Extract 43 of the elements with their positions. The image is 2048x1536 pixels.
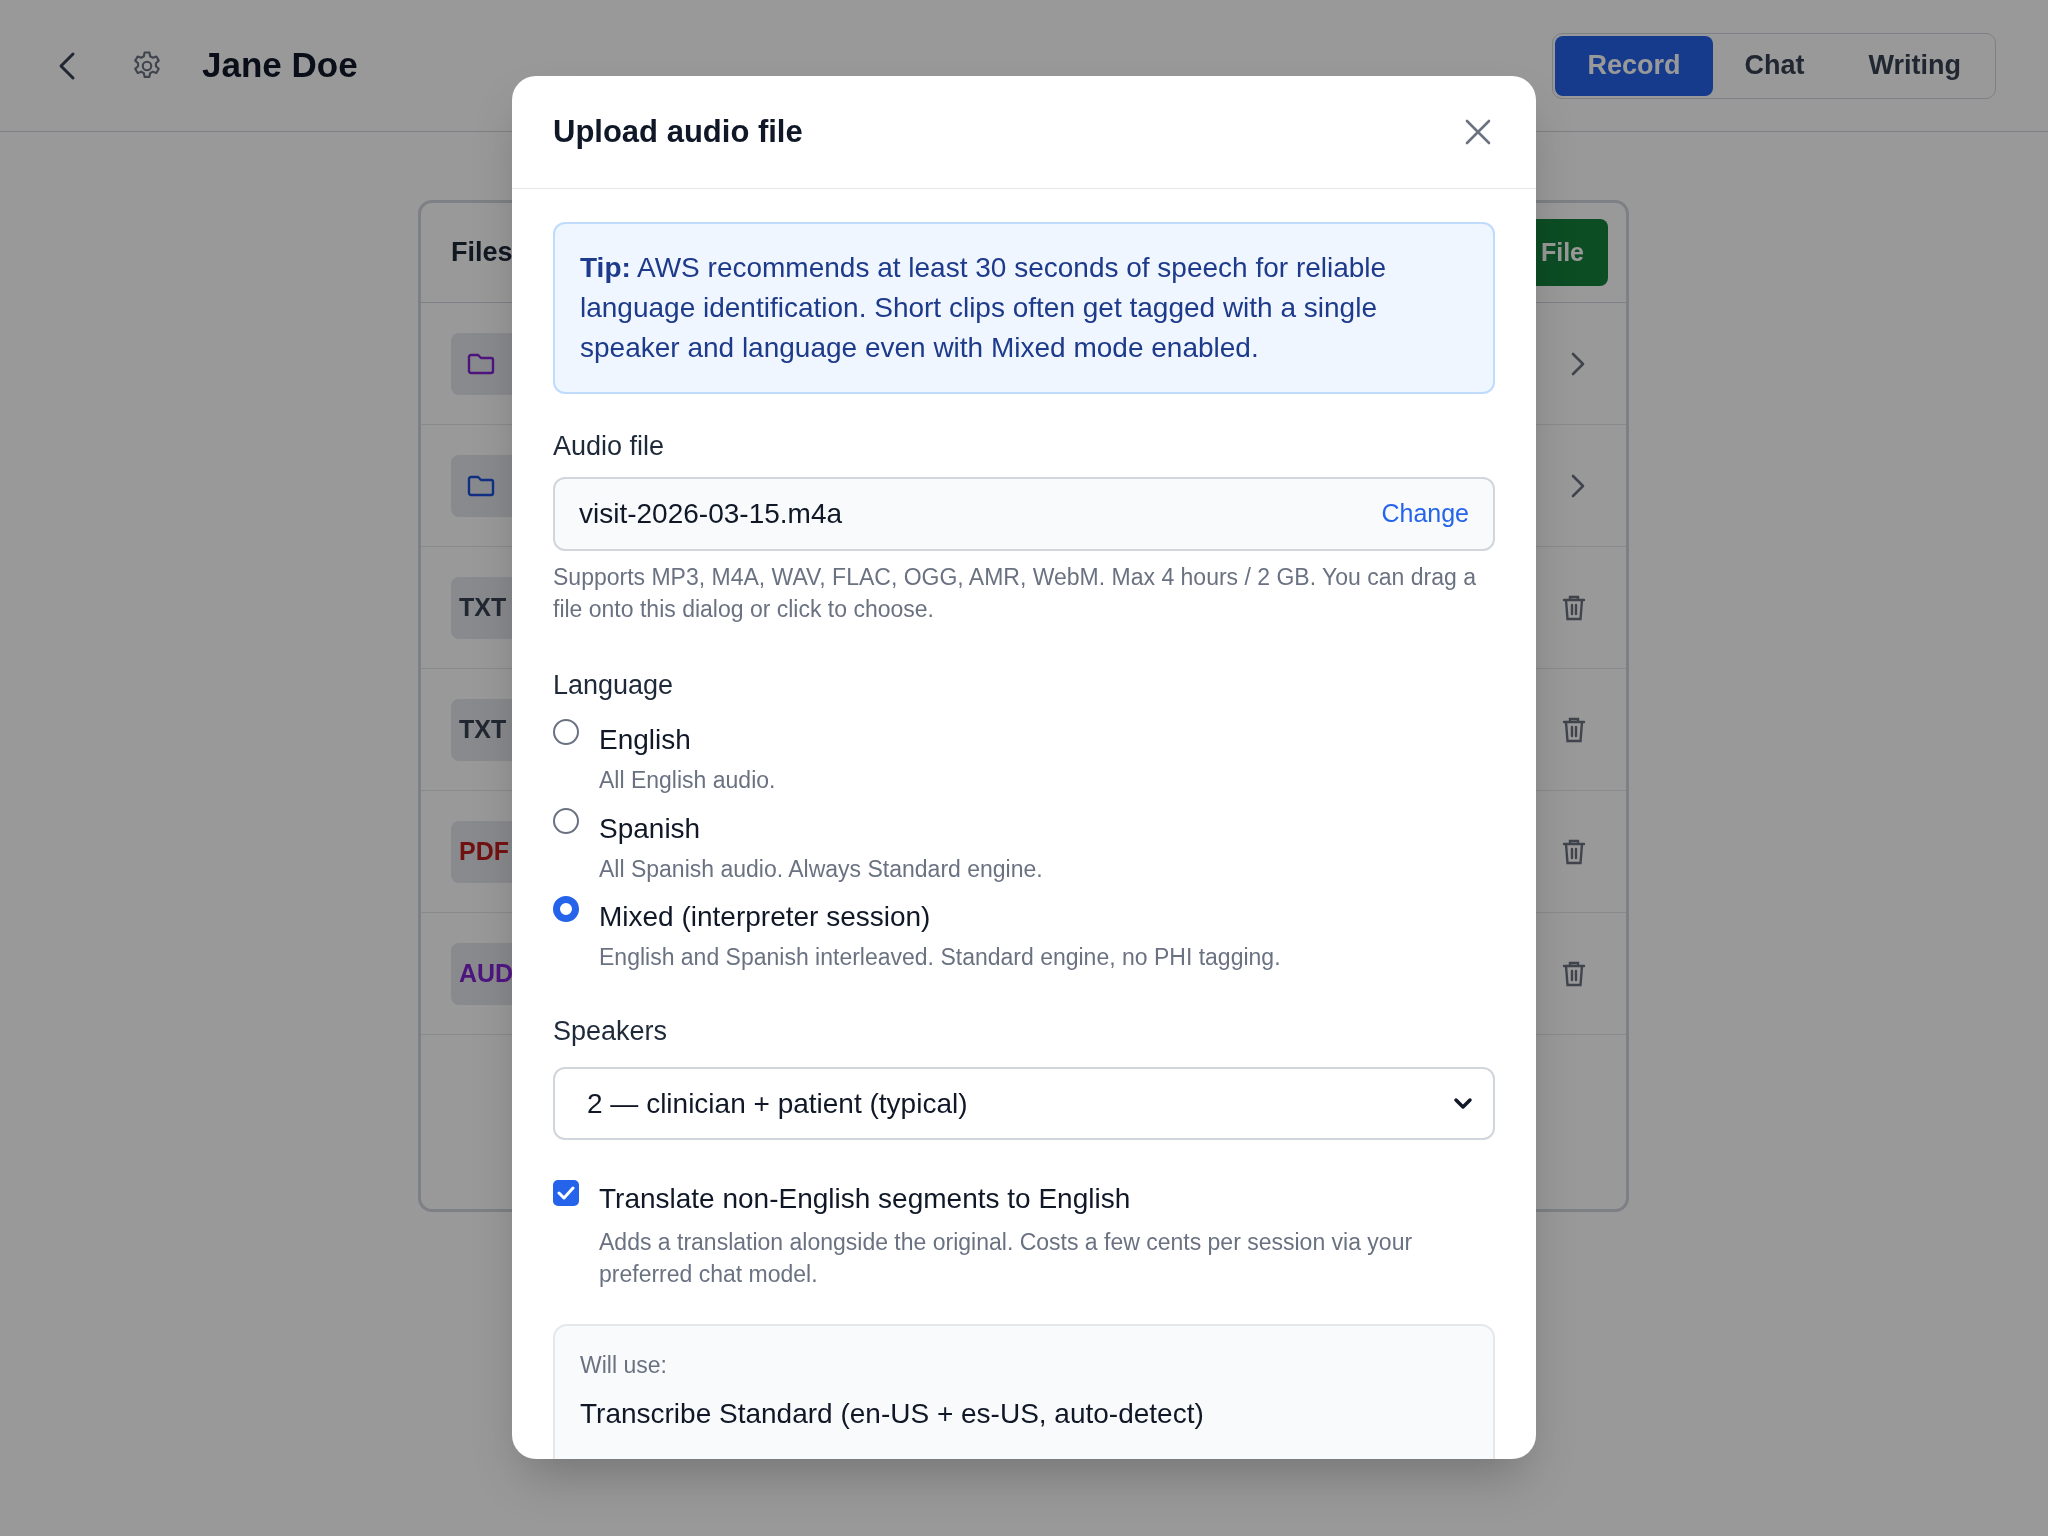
- page-title: Jane Doe: [202, 44, 358, 87]
- field-label: Speakers: [553, 1014, 669, 1048]
- speakers-select[interactable]: 2 — clinician + patient (typical): [553, 1067, 1495, 1140]
- panel-title: Files: [451, 236, 513, 270]
- option-label: Spanish: [599, 811, 702, 846]
- chevron-down-icon: [1453, 1096, 1473, 1111]
- radio-button[interactable]: [553, 807, 579, 834]
- change-link[interactable]: Change: [1381, 494, 1469, 533]
- tip-message: Tip: AWS recommends at least 30 seconds of speech for reliable language identification. Short clips often get tagged with a single speaker and language even with Mixed mode enabled.: [553, 222, 1495, 394]
- option-label: Mixed (interpreter session): [599, 900, 932, 934]
- file-type-label: PDF: [459, 835, 509, 867]
- file-type-label: TXT: [459, 713, 507, 745]
- checkmark-icon: [557, 1186, 575, 1200]
- trash-icon[interactable]: [1562, 593, 1586, 622]
- trash-icon[interactable]: [1562, 837, 1586, 866]
- trash-icon[interactable]: [1562, 959, 1586, 988]
- file-type-label: TXT: [459, 591, 507, 623]
- radio-button[interactable]: [553, 719, 579, 745]
- dialog-title: Upload audio file: [553, 112, 803, 151]
- file-type-label: AUD: [459, 957, 514, 989]
- option-description: All Spanish audio. Always Standard engine.: [599, 854, 1043, 884]
- close-icon: [1464, 118, 1492, 146]
- checkbox-label: Translate non-English segments to English: [599, 1182, 1132, 1216]
- summary-value: Transcribe Standard (en-US + es-US, auto-detect): [580, 1396, 1205, 1431]
- field-label: Audio file: [553, 430, 666, 463]
- translate-checkbox[interactable]: [553, 1180, 579, 1206]
- file-field[interactable]: visit-2026-03-15.m4a Change: [553, 476, 1495, 551]
- option-label: English: [599, 723, 692, 757]
- trash-icon[interactable]: [1562, 715, 1586, 744]
- tab[interactable]: Record: [1555, 35, 1713, 96]
- field-label: Language: [553, 668, 675, 702]
- option-description: Adds a translation alongside the original. Costs a few cents per session via your preferred chat model.: [599, 1228, 1414, 1289]
- chevron-right-icon[interactable]: [1570, 472, 1586, 499]
- back-icon: [58, 50, 76, 81]
- tab[interactable]: Chat: [1712, 35, 1837, 96]
- tab[interactable]: Writing: [1836, 35, 1993, 96]
- summary-label: Will use:: [580, 1351, 668, 1380]
- option-description: All English audio.: [599, 766, 776, 795]
- chevron-right-icon[interactable]: [1570, 350, 1586, 377]
- radio-button[interactable]: [553, 896, 579, 922]
- option-description: English and Spanish interleaved. Standard engine, no PHI tagging.: [599, 943, 1281, 972]
- help-text: Supports MP3, M4A, WAV, FLAC, OGG, AMR, WebM. Max 4 hours / 2 GB. You can drag a file onto this dialog or click to choose.: [553, 562, 1477, 624]
- file-name: visit-2026-03-15.m4a: [579, 496, 843, 531]
